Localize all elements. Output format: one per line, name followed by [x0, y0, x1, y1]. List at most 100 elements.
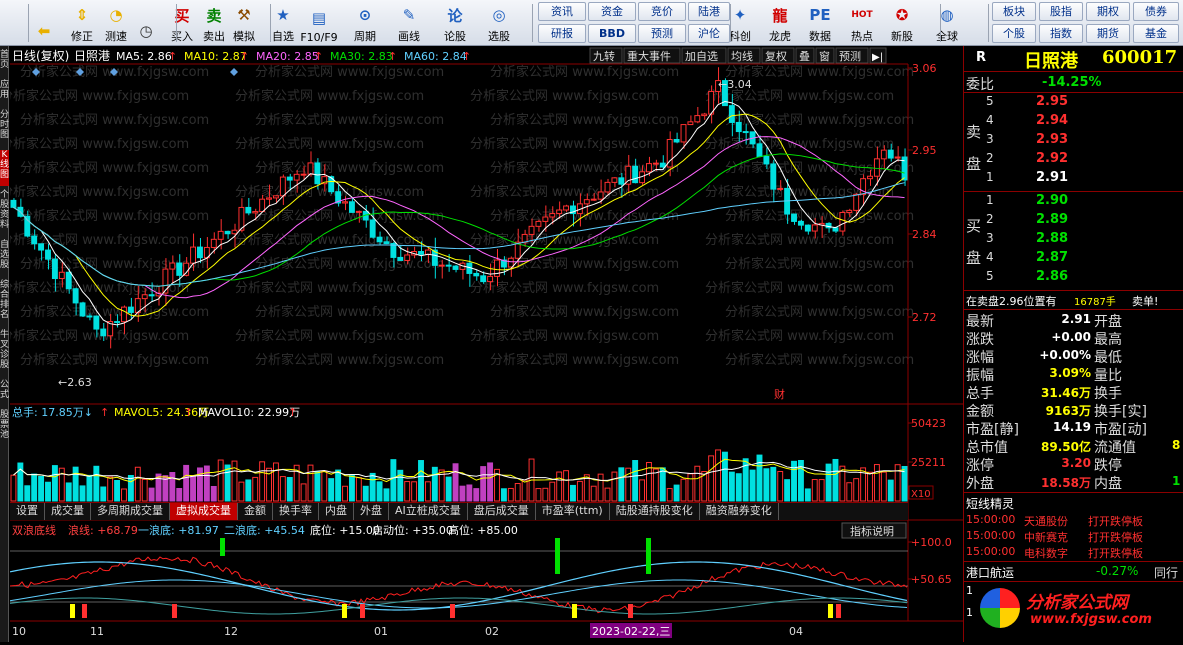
candle-body — [583, 199, 590, 205]
candle-body — [590, 198, 597, 201]
tab-3[interactable]: 虚拟成交量 — [170, 503, 238, 520]
volume-bar — [259, 461, 266, 502]
volume-bar — [38, 475, 45, 502]
x-axis-label: 02 — [485, 625, 499, 638]
spirit-stock[interactable]: 电科数字 — [1024, 545, 1068, 561]
volume-bar — [846, 482, 853, 502]
tab-1[interactable]: 成交量 — [45, 503, 91, 520]
sell-level: 1 — [986, 170, 994, 184]
toolbar-button-10[interactable]: ✎ 画线 — [391, 2, 427, 44]
tab-6[interactable]: 内盘 — [319, 503, 354, 520]
volume-bar — [611, 471, 618, 502]
sell-price[interactable]: 2.93 — [1036, 132, 1068, 147]
left-nav-item[interactable]: 股票池 — [0, 410, 9, 446]
stat-value: 89.50亿 — [1041, 440, 1091, 454]
toolbar-button-9[interactable]: ⊙ 周期 — [347, 2, 383, 44]
watermark-text: 分析家公式网 www.fxjgsw.com — [235, 88, 424, 104]
tab-4[interactable]: 金额 — [238, 503, 273, 520]
buy-price[interactable]: 2.89 — [1036, 212, 1068, 227]
ma-label: MA60: 2.84 — [404, 50, 467, 63]
spirit-stock[interactable]: 天通股份 — [1024, 513, 1068, 529]
toolbar-button-3[interactable]: ◷ — [128, 2, 164, 44]
candle-body — [45, 249, 51, 260]
toolbar-button-11[interactable]: 论论股 — [437, 2, 473, 44]
tab-8[interactable]: AI立桩成交量 — [389, 503, 468, 520]
sell-price[interactable]: 2.92 — [1036, 151, 1068, 166]
buy-price[interactable]: 2.90 — [1036, 193, 1068, 208]
left-nav-item[interactable]: 牛叉诊股 — [0, 330, 9, 376]
candle-body — [832, 227, 839, 232]
indicator-bottom-bar — [828, 604, 833, 618]
toolbar-small-button[interactable]: 研报 — [538, 24, 586, 43]
sell-price[interactable]: 2.95 — [1036, 94, 1068, 109]
buy-price[interactable]: 2.87 — [1036, 250, 1068, 265]
toolbar-button-1[interactable]: ⇕ 修正 — [64, 2, 100, 44]
toolbar-small-button[interactable]: 股指 — [1039, 2, 1083, 21]
volume-bar — [51, 465, 58, 502]
watermark-text: 分析家公式网 www.fxjgsw.com — [705, 232, 894, 248]
toolbar-button-15[interactable]: PE 数据 — [802, 2, 838, 44]
toolbar-small-button[interactable]: 基金 — [1133, 24, 1179, 43]
toolbar-small-button[interactable]: 期权 — [1086, 2, 1130, 21]
buy-price[interactable]: 2.88 — [1036, 231, 1068, 246]
left-nav-item[interactable]: 个股资料 — [0, 190, 9, 236]
candle-body — [811, 224, 818, 232]
candle-body — [487, 275, 494, 283]
sell-price[interactable]: 2.94 — [1036, 113, 1068, 128]
wei-bi-value: -14.25% — [1042, 75, 1102, 90]
stat-key: 涨跌 — [966, 332, 994, 348]
toolbar-button-12[interactable]: ◎ 选股 — [481, 2, 517, 44]
left-nav-item[interactable]: 公式 — [0, 380, 9, 406]
tab-10[interactable]: 市盈率(ttm) — [536, 503, 610, 520]
toolbar-small-button[interactable]: 预测 — [638, 24, 686, 43]
toolbar-button-label: 买入 — [171, 30, 193, 43]
toolbar-button-17[interactable]: ✪ 新股 — [884, 2, 920, 44]
toolbar-button-label: 热点 — [851, 30, 873, 43]
toolbar-small-button[interactable]: 沪伦 — [688, 24, 730, 43]
left-nav-item[interactable]: 分时图 — [0, 110, 9, 146]
left-nav-item[interactable]: 自选股 — [0, 240, 9, 276]
candle-body — [176, 262, 183, 276]
tab-12[interactable]: 融资融券变化 — [700, 503, 779, 520]
sector-extra[interactable]: 同行 — [1154, 564, 1178, 581]
toolbar-small-button[interactable]: 竞价 — [638, 2, 686, 21]
toolbar-button-0[interactable]: ⬅ — [26, 2, 62, 44]
volume-bar — [65, 482, 72, 502]
sell-price[interactable]: 2.91 — [1036, 170, 1068, 185]
candle-body — [79, 302, 86, 317]
left-nav-item[interactable]: 应用 — [0, 80, 9, 106]
toolbar-small-button[interactable]: 板块 — [992, 2, 1036, 21]
toolbar-button-4[interactable]: 买买入 — [164, 2, 200, 44]
left-nav-item[interactable]: 综合排名 — [0, 280, 9, 326]
toolbar-button-8[interactable]: ▤ F10/F9 — [300, 2, 337, 44]
toolbar-small-button[interactable]: 期货 — [1086, 24, 1130, 43]
toolbar-small-button[interactable]: 个股 — [992, 24, 1036, 43]
buy-price[interactable]: 2.86 — [1036, 269, 1068, 284]
toolbar-small-button[interactable]: 陆港 — [688, 2, 730, 21]
toolbar-button-14[interactable]: 龍龙虎 — [762, 2, 798, 44]
toolbar-small-button[interactable]: 指数 — [1039, 24, 1083, 43]
stat-key: 最新 — [966, 314, 994, 330]
left-nav-item[interactable]: K线图 — [0, 150, 9, 186]
sector-name[interactable]: 港口航运 — [966, 564, 1014, 581]
stat-key-2: 换手[实] — [1094, 404, 1147, 420]
stat-key: 外盘 — [966, 476, 994, 492]
toolbar-small-button[interactable]: 债券 — [1133, 2, 1179, 21]
tab-11[interactable]: 陆股通持股变化 — [610, 503, 700, 520]
tab-5[interactable]: 换手率 — [273, 503, 319, 520]
tab-2[interactable]: 多周期成交量 — [91, 503, 170, 520]
tab-9[interactable]: 盘后成交量 — [468, 503, 536, 520]
spirit-stock[interactable]: 中新赛克 — [1024, 529, 1068, 545]
buy-level: 3 — [986, 231, 994, 245]
toolbar-small-button[interactable]: 资金 — [588, 2, 636, 21]
toolbar-small-button[interactable]: 资讯 — [538, 2, 586, 21]
toolbar-button-18[interactable]: ◍ 全球 — [929, 2, 965, 44]
left-nav-item[interactable]: 首页 — [0, 50, 9, 76]
toolbar-button-6[interactable]: ⚒ 模拟 — [226, 2, 262, 44]
tab-7[interactable]: 外盘 — [354, 503, 389, 520]
toolbar-button-16[interactable]: HOT 热点 — [844, 2, 880, 44]
tab-0[interactable]: 设置 — [10, 503, 45, 520]
toolbar-small-button[interactable]: BBD — [588, 24, 636, 43]
volume-arrow-icon: ↑ — [100, 406, 109, 419]
candle-body — [473, 272, 480, 277]
